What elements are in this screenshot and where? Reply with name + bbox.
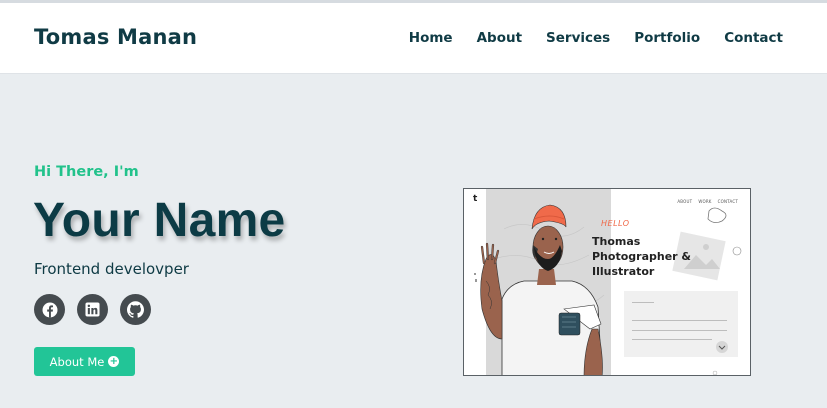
social-links <box>34 294 151 325</box>
portfolio-preview-image: t ABOUT WORK CONTACT HELLO Thomas Photog… <box>463 188 751 376</box>
linkedin-icon <box>85 302 100 317</box>
nav-services-link[interactable]: Services <box>546 30 610 46</box>
linkedin-link[interactable] <box>77 294 108 325</box>
mockup-hello: HELLO <box>601 219 630 228</box>
nav-home-link[interactable]: Home <box>409 30 453 46</box>
mockup-title: Thomas Photographer & Illustrator <box>592 235 691 278</box>
hero-greeting: Hi There, I'm <box>34 164 139 180</box>
mockup-nav-item: WORK <box>698 199 712 204</box>
plus-circle-icon: + <box>108 355 120 367</box>
about-me-label: About Me <box>49 354 105 369</box>
hero-name: Your Name <box>33 194 286 247</box>
nav-contact-link[interactable]: Contact <box>724 30 783 46</box>
nav-portfolio-link[interactable]: Portfolio <box>634 30 700 46</box>
brand-logo[interactable]: Tomas Manan <box>34 25 197 49</box>
mockup-nav: ABOUT WORK CONTACT <box>677 199 738 204</box>
mockup-logo: t <box>473 194 478 204</box>
hero-role: Frontend develovper <box>34 260 189 278</box>
facebook-icon <box>42 302 57 317</box>
nav-about-link[interactable]: About <box>477 30 522 46</box>
illustration-art <box>474 189 750 375</box>
facebook-link[interactable] <box>34 294 65 325</box>
navbar: Tomas Manan Home About Services Portfoli… <box>0 3 827 74</box>
github-icon <box>127 301 144 318</box>
github-link[interactable] <box>120 294 151 325</box>
mockup-nav-item: CONTACT <box>717 199 738 204</box>
mockup-nav-item: ABOUT <box>677 199 693 204</box>
about-me-button[interactable]: About Me + <box>34 347 135 376</box>
main-nav: Home About Services Portfolio Contact <box>409 30 783 46</box>
